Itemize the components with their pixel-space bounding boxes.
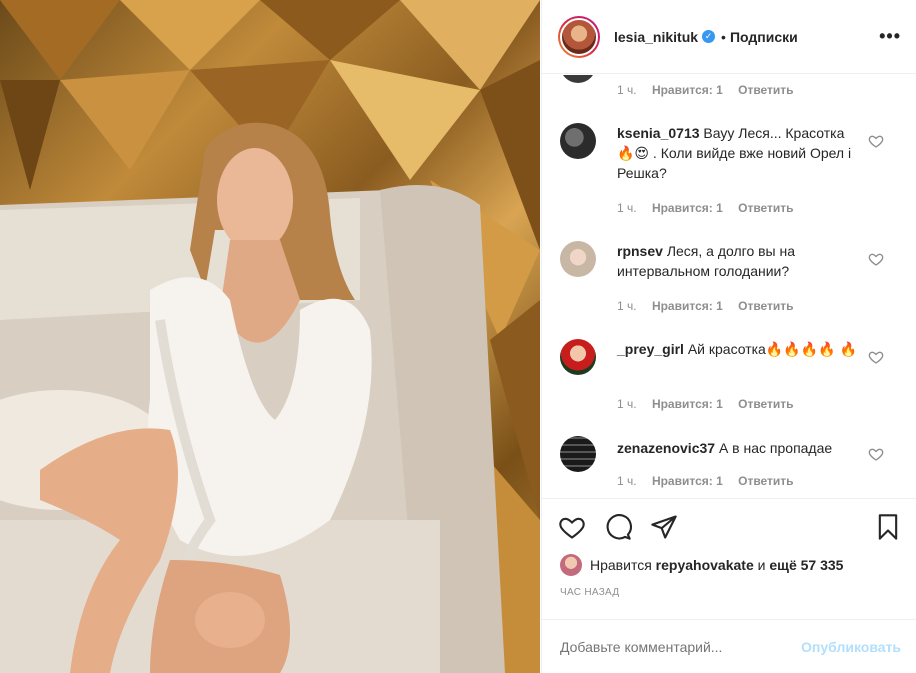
- add-comment-row: Опубликовать: [542, 619, 916, 673]
- comment-likes[interactable]: Нравится: 1: [652, 474, 723, 488]
- heart-icon[interactable]: [558, 513, 586, 541]
- comment-like-icon[interactable]: [868, 133, 884, 149]
- comment-time[interactable]: 1 ч.: [617, 201, 637, 215]
- comment-text: А в нас пропадае: [718, 440, 833, 456]
- comment-likes[interactable]: Нравится: 1: [652, 299, 723, 313]
- comment-time[interactable]: 1 ч.: [617, 397, 637, 411]
- commenter-avatar[interactable]: [560, 241, 596, 277]
- commenter-avatar[interactable]: [560, 75, 596, 83]
- comment-time[interactable]: 1 ч.: [617, 474, 637, 488]
- comment-text: Ай красотка🔥🔥🔥🔥 🔥: [687, 341, 857, 357]
- comment-body: ksenia_0713 Вауу Леся... Красотка🔥😍 . Ко…: [617, 123, 857, 183]
- bookmark-icon[interactable]: [874, 513, 902, 541]
- header-separator: •: [721, 28, 726, 45]
- following-button[interactable]: Подписки: [730, 29, 798, 45]
- comment-like-icon[interactable]: [868, 251, 884, 267]
- comment-username[interactable]: zenazenovic37: [617, 440, 715, 456]
- commenter-avatar[interactable]: [560, 436, 596, 472]
- comment-time[interactable]: 1 ч.: [617, 83, 637, 97]
- reply-button[interactable]: Ответить: [738, 397, 793, 411]
- share-icon[interactable]: [650, 513, 678, 541]
- comment-body: rpnsev Леся, а долго вы на интервальном …: [617, 241, 857, 281]
- comment-meta: 1 ч. Нравится: 1 Ответить: [617, 201, 806, 215]
- photo-illustration: [0, 0, 540, 673]
- post-timestamp[interactable]: ЧАС НАЗАД: [560, 587, 619, 598]
- more-options-icon[interactable]: •••: [879, 26, 901, 47]
- comment-meta: 1 ч. Нравится: 1 Ответить: [617, 83, 806, 97]
- post-side-panel: lesia_nikituk ✓ • Подписки ••• 1 ч. Нрав…: [541, 0, 916, 673]
- reply-button[interactable]: Ответить: [738, 201, 793, 215]
- likes-conjunction: и: [757, 557, 766, 573]
- comment-time[interactable]: 1 ч.: [617, 299, 637, 313]
- commenter-avatar[interactable]: [560, 339, 596, 375]
- comment-like-icon[interactable]: [868, 446, 884, 462]
- commenter-avatar[interactable]: [560, 123, 596, 159]
- post-header: lesia_nikituk ✓ • Подписки •••: [542, 0, 916, 74]
- comment-icon[interactable]: [604, 513, 632, 541]
- reply-button[interactable]: Ответить: [738, 474, 793, 488]
- comment-username[interactable]: ksenia_0713: [617, 125, 700, 141]
- comment-username[interactable]: rpnsev: [617, 243, 663, 259]
- comment-body: _prey_girl Ай красотка🔥🔥🔥🔥 🔥: [617, 339, 857, 359]
- comment-meta: 1 ч. Нравится: 1 Ответить: [617, 299, 806, 313]
- likes-prefix: Нравится: [590, 557, 652, 573]
- author-avatar[interactable]: [558, 15, 600, 58]
- verified-icon: ✓: [702, 30, 716, 43]
- comment-body: zenazenovic37 А в нас пропадае: [617, 438, 857, 458]
- liker-avatar[interactable]: [560, 554, 582, 576]
- publish-button[interactable]: Опубликовать: [801, 639, 901, 655]
- comment-username[interactable]: _prey_girl: [617, 341, 684, 357]
- post-actions: Нравится repyahovakate и ещё 57 335 ЧАС …: [542, 498, 916, 673]
- reply-button[interactable]: Ответить: [738, 299, 793, 313]
- liker-username[interactable]: repyahovakate: [656, 557, 754, 573]
- comments-list[interactable]: 1 ч. Нравится: 1 Ответить ksenia_0713 Ва…: [542, 75, 916, 498]
- author-username[interactable]: lesia_nikituk: [614, 29, 698, 45]
- comment-likes[interactable]: Нравится: 1: [652, 83, 723, 97]
- likes-count[interactable]: ещё 57 335: [769, 557, 843, 573]
- likes-summary: Нравится repyahovakate и ещё 57 335: [560, 554, 843, 576]
- comment-likes[interactable]: Нравится: 1: [652, 201, 723, 215]
- comment-like-icon[interactable]: [868, 349, 884, 365]
- post-photo[interactable]: [0, 0, 540, 673]
- reply-button[interactable]: Ответить: [738, 83, 793, 97]
- comment-likes[interactable]: Нравится: 1: [652, 397, 723, 411]
- comment-meta: 1 ч. Нравится: 1 Ответить: [617, 474, 806, 488]
- comment-meta: 1 ч. Нравится: 1 Ответить: [617, 397, 806, 411]
- comment-input[interactable]: [560, 639, 780, 655]
